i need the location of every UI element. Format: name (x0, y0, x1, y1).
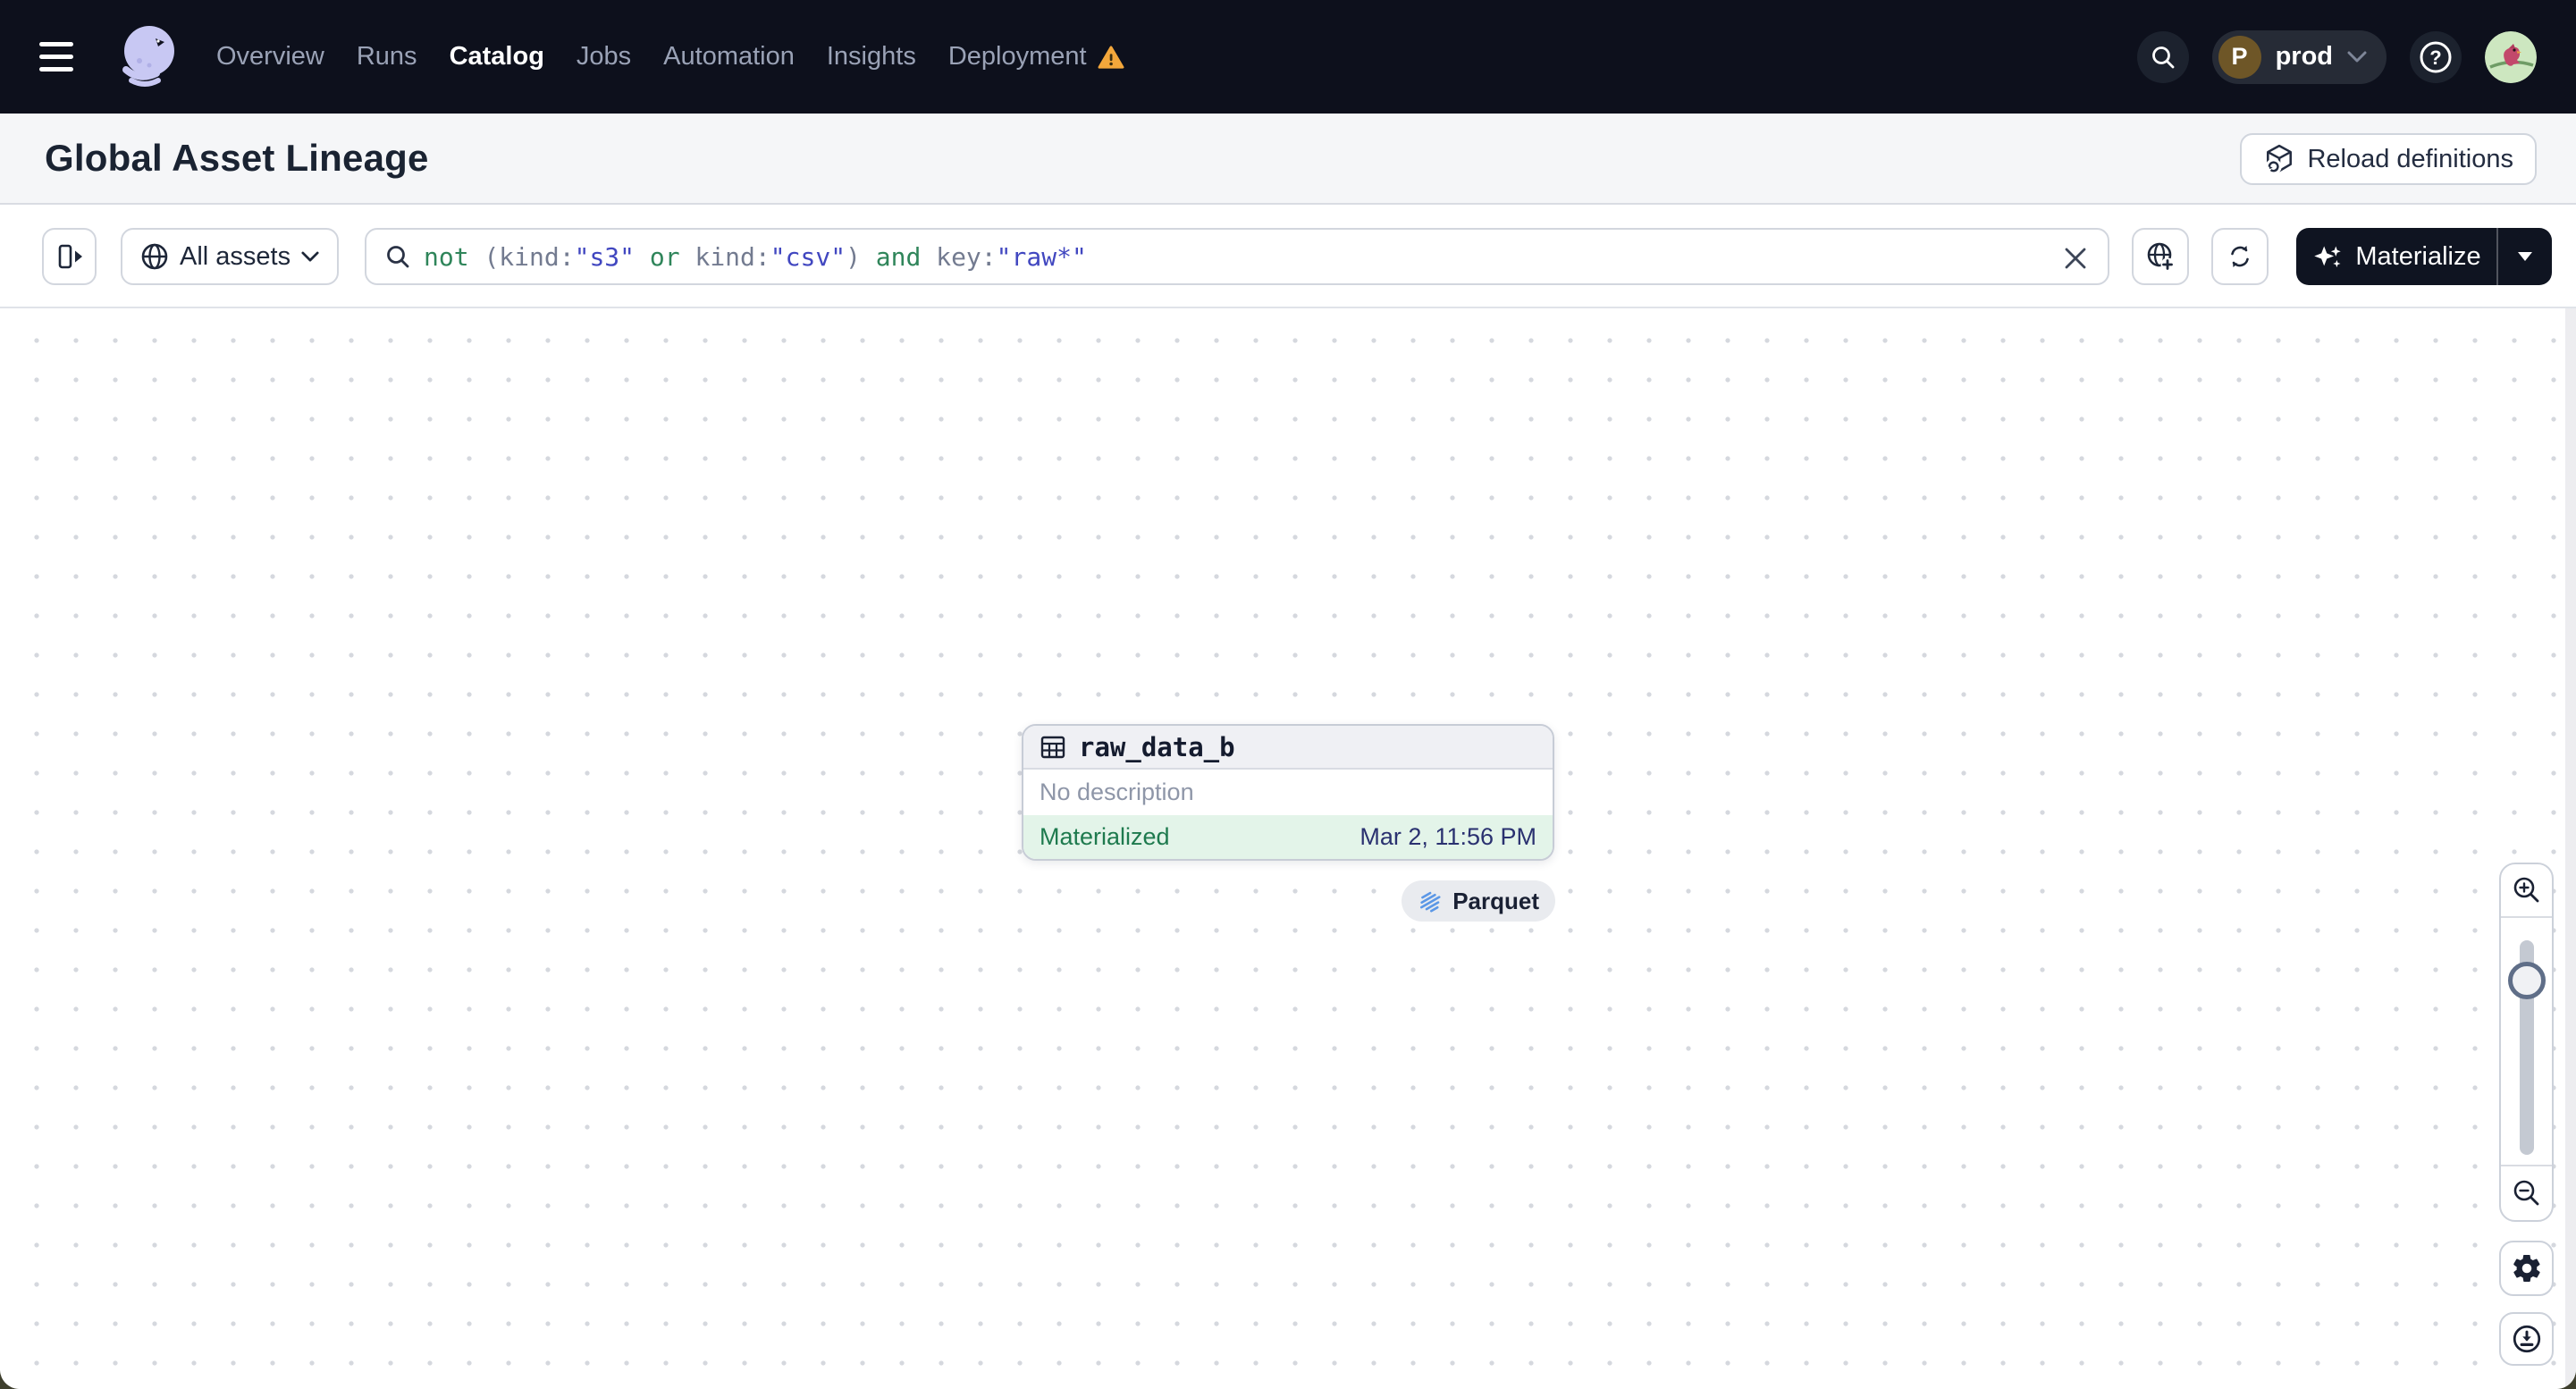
globe-icon (141, 243, 168, 270)
asset-node-body: No description (1023, 770, 1553, 815)
zoom-slider-handle[interactable] (2507, 962, 2546, 999)
deployment-name: prod (2275, 42, 2333, 71)
caret-down-icon (2518, 252, 2532, 261)
asset-filter-input[interactable]: not (kind:"s3" or kind:"csv") and key:"r… (365, 228, 2109, 285)
reload-code-location-icon (2266, 144, 2293, 175)
refresh-button[interactable] (2211, 228, 2269, 285)
materialized-timestamp[interactable]: Mar 2, 11:56 PM (1360, 823, 1536, 851)
help-icon: ? (2420, 41, 2452, 72)
view-all-assets-button[interactable] (2132, 228, 2189, 285)
nav-links: Overview Runs Catalog Jobs Automation In… (216, 42, 1124, 72)
asset-scope-label: All assets (180, 241, 291, 271)
sparkles-icon (2314, 246, 2342, 268)
chevron-down-icon (2347, 51, 2367, 62)
help-button[interactable]: ? (2410, 30, 2462, 83)
gear-icon (2513, 1255, 2540, 1282)
materialized-status: Materialized (1040, 823, 1170, 850)
page-title: Global Asset Lineage (45, 137, 429, 179)
panel-toggle-icon (58, 244, 82, 269)
chevron-down-icon (301, 251, 319, 261)
nav-item-catalog[interactable]: Catalog (450, 42, 544, 72)
dagster-logo[interactable] (107, 19, 184, 96)
materialize-button[interactable]: Materialize (2296, 228, 2496, 285)
sync-icon (2231, 246, 2249, 267)
asset-node-header: raw_data_b (1023, 726, 1553, 770)
page-header: Global Asset Lineage Reload definitions (0, 114, 2576, 205)
nav-right-cluster: P prod ? (2136, 0, 2537, 114)
nav-item-automation[interactable]: Automation (663, 42, 795, 72)
warning-icon (1098, 45, 1124, 69)
kind-tag-parquet[interactable]: Parquet (1402, 880, 1555, 922)
asset-node-status-row: Materialized Mar 2, 11:56 PM (1023, 815, 1553, 859)
kind-tag-label: Parquet (1452, 887, 1539, 914)
graph-settings-button[interactable] (2499, 1241, 2554, 1296)
deployment-avatar: P (2218, 35, 2261, 79)
deployment-switcher[interactable]: P prod (2211, 29, 2387, 84)
table-icon (1040, 736, 1065, 758)
asset-description: No description (1040, 779, 1194, 805)
search-button[interactable] (2136, 30, 2189, 83)
search-icon (2151, 46, 2174, 68)
zoom-out-icon (2513, 1180, 2538, 1206)
asset-scope-dropdown[interactable]: All assets (121, 228, 340, 285)
asset-filter-query: not (kind:"s3" or kind:"csv") and key:"r… (424, 241, 1087, 272)
nav-item-overview[interactable]: Overview (216, 42, 324, 72)
zoom-in-button[interactable] (2501, 864, 2552, 918)
reload-definitions-button[interactable]: Reload definitions (2240, 133, 2537, 185)
scrollbar-gutter[interactable] (2565, 308, 2576, 1389)
asset-node-raw-data-b[interactable]: raw_data_b No description Materialized M… (1022, 724, 1554, 861)
nav-item-runs[interactable]: Runs (357, 42, 417, 72)
nav-item-deployment-label: Deployment (947, 42, 1087, 71)
reload-definitions-label: Reload definitions (2307, 144, 2513, 173)
zoom-controls (2499, 863, 2554, 1222)
lineage-toolbar: All assets not (kind:"s3" or kind:"csv")… (0, 205, 2576, 308)
top-nav: Overview Runs Catalog Jobs Automation In… (0, 0, 2576, 114)
download-image-button[interactable] (2499, 1312, 2554, 1366)
menu-icon[interactable] (39, 32, 89, 82)
user-avatar[interactable] (2485, 30, 2537, 83)
clear-icon (2065, 248, 2086, 269)
materialize-button-group: Materialize (2296, 228, 2552, 285)
materialize-options-button[interactable] (2496, 228, 2552, 285)
svg-text:?: ? (2429, 46, 2441, 69)
clear-filter-button[interactable] (2058, 240, 2093, 276)
asset-name: raw_data_b (1079, 731, 1235, 762)
search-icon (387, 246, 409, 268)
parquet-icon (1420, 891, 1441, 913)
nav-item-insights[interactable]: Insights (827, 42, 916, 72)
avatar-bird-image (2485, 30, 2537, 83)
materialize-label: Materialize (2355, 241, 2481, 271)
download-icon (2513, 1325, 2540, 1353)
dagster-app: Overview Runs Catalog Jobs Automation In… (0, 0, 2576, 1389)
nav-item-jobs[interactable]: Jobs (577, 42, 631, 72)
zoom-out-button[interactable] (2501, 1165, 2552, 1220)
nav-item-deployment[interactable]: Deployment (948, 42, 1124, 72)
zoom-in-icon (2513, 877, 2538, 903)
open-left-panel-button[interactable] (42, 228, 97, 285)
globe-add-icon (2147, 242, 2175, 272)
zoom-slider (2501, 918, 2552, 1165)
